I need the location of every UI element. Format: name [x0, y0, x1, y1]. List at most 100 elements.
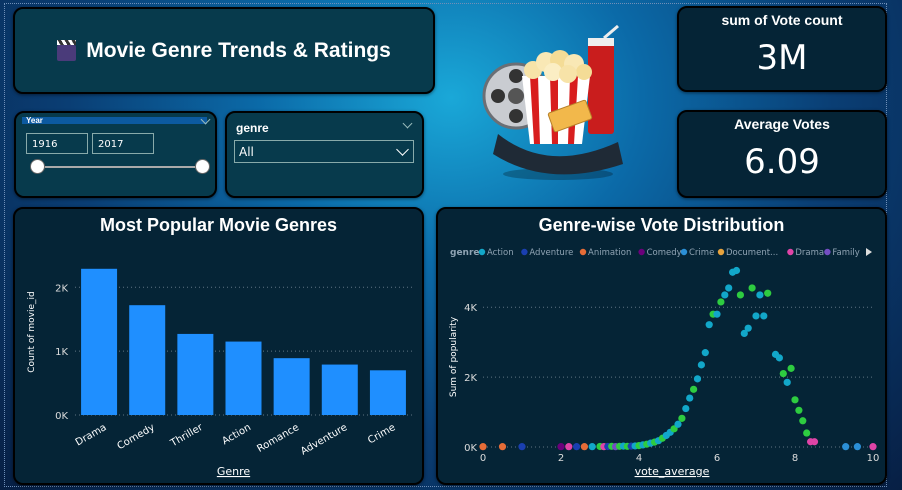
legend-item: Adventure [529, 248, 573, 258]
y-tick-label: 2K [55, 283, 68, 294]
bar [369, 370, 406, 415]
bar-chart-card: Most Popular Movie Genres 0K 1K 2K Drama Com… [13, 207, 424, 485]
x-tick-label: Crime [366, 422, 397, 446]
data-point [725, 284, 733, 292]
x-tick-label: 8 [792, 453, 798, 464]
bar [273, 358, 310, 415]
bar [225, 341, 262, 415]
clapperboard-icon [57, 39, 77, 61]
year-start-input[interactable]: 1916 [26, 133, 88, 154]
kpi-value: 3M [756, 38, 808, 78]
genre-selected-value: All [239, 145, 254, 159]
x-tick-label: 4 [636, 453, 642, 464]
data-point [760, 312, 768, 320]
year-slider-start-handle[interactable] [30, 159, 45, 174]
data-point [678, 414, 686, 422]
legend-title: genre [450, 248, 480, 258]
data-point [732, 266, 741, 275]
data-point [744, 324, 752, 332]
data-point [869, 443, 877, 451]
data-point [803, 429, 811, 437]
legend-marker [787, 248, 794, 256]
data-point [764, 289, 772, 297]
data-point [810, 438, 819, 446]
data-point [557, 443, 565, 451]
x-tick-label: 6 [714, 453, 720, 464]
page-title: Movie Genre Trends & Ratings [86, 38, 391, 62]
data-point [705, 321, 713, 329]
x-tick-label: Comedy [115, 422, 156, 452]
data-point [795, 406, 803, 414]
data-point [682, 404, 690, 413]
legend-item: Drama [795, 248, 824, 258]
y-tick-label: 1K [55, 347, 68, 358]
data-point [752, 312, 760, 320]
genre-dropdown[interactable]: All [234, 140, 414, 163]
data-point [779, 370, 787, 378]
x-tick-label: Action [220, 422, 253, 447]
data-point [693, 375, 702, 383]
y-axis-label: Sum of popularity [449, 316, 459, 397]
x-tick-label: Thriller [168, 422, 206, 450]
legend-item: Family [832, 248, 859, 258]
bar [321, 364, 358, 415]
data-point [717, 298, 725, 306]
data-point [791, 396, 799, 404]
data-point [565, 443, 573, 451]
y-tick-label: 4K [464, 303, 477, 314]
data-point [748, 284, 756, 292]
data-point [498, 443, 507, 451]
genre-slicer[interactable]: genre All [225, 111, 424, 198]
legend-item: Action [487, 248, 514, 258]
bar [129, 305, 166, 415]
x-tick-label: 2 [558, 453, 564, 464]
data-point [713, 310, 721, 318]
kpi-card-average-votes: Average Votes 6.09 [677, 110, 887, 198]
x-tick-label: 0 [480, 453, 486, 464]
data-point [775, 354, 783, 362]
data-point [580, 443, 588, 451]
scatter-chart: 0K 2K 4K 0 2 4 6 8 10 genre Action Adventure Animati… [449, 248, 879, 478]
data-point [787, 364, 795, 372]
year-slider-end-handle[interactable] [195, 159, 210, 174]
year-slicer[interactable]: Year 1916 2017 [14, 111, 217, 198]
legend-marker [680, 248, 688, 256]
legend-marker [579, 248, 587, 256]
chevron-down-icon[interactable] [396, 143, 409, 156]
kpi-value: 6.09 [744, 142, 820, 182]
chevron-down-icon[interactable] [402, 118, 413, 129]
bar-chart: 0K 1K 2K Drama Comedy Thriller Action RomanceAd… [27, 268, 412, 478]
data-point [842, 443, 850, 451]
data-point [799, 417, 807, 425]
title-card: Movie Genre Trends & Ratings [13, 7, 435, 94]
data-point [573, 443, 581, 451]
legend-marker [824, 248, 831, 256]
genre-slicer-label: genre [236, 121, 269, 135]
data-point [721, 291, 729, 299]
x-tick-label: Adventure [299, 422, 349, 457]
legend-marker [638, 248, 645, 256]
data-point [686, 394, 694, 402]
kpi-label: Average Votes [734, 116, 830, 132]
y-tick-label: 0K [464, 443, 477, 454]
data-point [674, 420, 682, 428]
data-point [479, 443, 487, 451]
y-axis-label: Count of movie_id [27, 291, 37, 372]
data-point [853, 443, 861, 451]
kpi-card-vote-count: sum of Vote count 3M [677, 6, 887, 92]
legend-item: Document... [726, 248, 778, 258]
bar [81, 268, 118, 415]
kpi-label: sum of Vote count [721, 12, 843, 28]
data-point [756, 291, 764, 299]
year-slider-track[interactable] [37, 166, 203, 168]
legend-item: Animation [588, 248, 631, 258]
year-slicer-label: Year [26, 116, 43, 125]
legend-marker [478, 248, 486, 256]
data-point [588, 443, 596, 451]
year-end-input[interactable]: 2017 [92, 133, 154, 154]
data-point [697, 361, 705, 369]
y-tick-label: 0K [55, 411, 68, 422]
y-tick-label: 2K [464, 373, 477, 384]
legend-item: Crime [689, 248, 714, 258]
x-axis-label: vote_average [635, 465, 710, 478]
